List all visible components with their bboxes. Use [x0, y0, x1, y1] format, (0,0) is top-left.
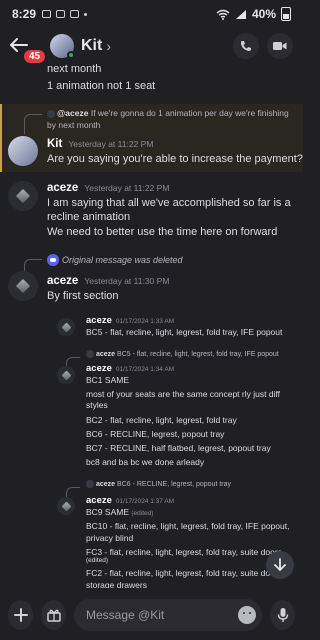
timestamp: 01/17/2024 1:33 AM — [115, 318, 175, 325]
message-header: aceze 01/17/2024 1:37 AM — [86, 495, 174, 507]
author-name[interactable]: aceze — [47, 275, 78, 287]
arrow-down-icon — [274, 558, 286, 571]
edited-label: (edited) — [86, 557, 109, 564]
cube-icon — [15, 278, 31, 294]
message-text: 1 animation not 1 seat — [47, 80, 156, 92]
avatar[interactable] — [8, 181, 38, 211]
message-text: storage drawers — [86, 580, 147, 588]
timestamp: Yesterday at 11:22 PM — [68, 139, 154, 149]
message-header: aceze Yesterday at 11:22 PM — [47, 181, 169, 195]
call-button[interactable] — [233, 33, 259, 59]
message-text: next month — [47, 64, 102, 75]
timestamp: 01/17/2024 1:34 AM — [115, 366, 175, 373]
message-text: FC2 - flat, recline, light, legrest, fol… — [86, 568, 285, 578]
message-text: BC10 - flat, recline, light, legrest, fo… — [86, 521, 290, 531]
voice-message-button[interactable] — [270, 600, 295, 630]
system-icons: 40% — [216, 7, 291, 21]
gift-icon — [46, 609, 61, 622]
author-name[interactable]: aceze — [86, 363, 112, 374]
message-text: bc8 and ba bc we done arleady — [86, 457, 205, 467]
cube-icon — [15, 188, 31, 204]
author-name[interactable]: aceze — [86, 495, 112, 506]
avatar[interactable] — [50, 34, 75, 59]
avatar[interactable] — [8, 271, 38, 301]
composer-bar — [0, 590, 303, 640]
message-text: Are you saying you're able to increase t… — [47, 153, 303, 165]
message-text: BC1 SAME — [86, 375, 129, 385]
chevron-right-icon[interactable]: › — [106, 38, 111, 54]
message-text: BC6 - RECLINE, legrest, popout tray — [86, 429, 225, 439]
message-text: most of your seats are the same concept … — [86, 389, 281, 399]
deleted-message-notice: Original message was deleted — [62, 255, 183, 265]
dot-icon — [84, 12, 88, 16]
edited-label: (edited) — [131, 510, 154, 517]
message-text: By first section — [47, 290, 119, 302]
avatar[interactable] — [57, 497, 75, 515]
status-bar: 8:29 40% — [0, 0, 303, 28]
timestamp: Yesterday at 11:22 PM — [84, 183, 170, 193]
notification-icons — [42, 10, 88, 18]
reply-connector — [24, 114, 42, 134]
image-icon — [56, 10, 66, 18]
mic-icon — [277, 608, 288, 622]
battery-icon — [281, 7, 291, 21]
timestamp: 01/17/2024 1:37 AM — [115, 498, 175, 505]
message-text: FC3 - flat, recline, light, legrest, fol… — [86, 547, 282, 557]
message-header: Kit Yesterday at 11:22 PM — [47, 137, 153, 151]
gallery-icon — [70, 10, 80, 18]
message-text: BC2 - flat, recline, light, legrest, fol… — [86, 415, 237, 425]
reply-preview[interactable]: aceze BC6 - RECLINE, legrest, popout tra… — [86, 480, 231, 488]
message-input[interactable] — [86, 608, 238, 622]
discord-icon — [47, 254, 59, 266]
message-text: BC9 SAME (edited) — [86, 507, 153, 519]
message-text: BC7 - RECLINE, half flatbed, legrest, po… — [86, 443, 271, 453]
video-icon — [273, 42, 287, 50]
message-header: aceze 01/17/2024 1:34 AM — [86, 363, 174, 375]
timestamp: Yesterday at 11:30 PM — [84, 276, 170, 286]
message-header: aceze Yesterday at 11:30 PM — [47, 274, 169, 288]
author-name[interactable]: Kit — [47, 138, 62, 150]
cube-icon — [61, 501, 71, 511]
message-text: privacy blind — [86, 533, 134, 543]
emoji-icon[interactable] — [238, 606, 256, 624]
gift-button[interactable] — [41, 600, 66, 630]
reply-preview[interactable]: aceze BC5 - flat, recline, light, legres… — [86, 350, 279, 358]
message-text: recline animation — [47, 211, 131, 223]
reply-avatar — [86, 480, 94, 488]
image-icon — [42, 10, 52, 18]
message-text-part: BC9 SAME — [86, 507, 129, 517]
avatar[interactable] — [57, 318, 75, 336]
reply-preview-continued: by next month — [47, 120, 101, 130]
reply-connector — [66, 487, 80, 497]
cube-icon — [61, 322, 71, 332]
signal-icon — [235, 9, 246, 19]
video-call-button[interactable] — [267, 33, 293, 59]
message-text: BC5 - flat, recline, light, legrest, fol… — [86, 327, 283, 337]
reply-avatar — [47, 109, 55, 118]
avatar[interactable] — [8, 136, 38, 166]
author-name[interactable]: aceze — [47, 182, 78, 194]
wifi-icon — [216, 9, 230, 20]
unread-badge: 45 — [22, 48, 48, 65]
channel-title[interactable]: Kit — [81, 37, 102, 55]
chat-header: 45 Kit › — [0, 28, 303, 65]
online-status-icon — [67, 51, 75, 59]
message-text: styles — [86, 400, 108, 410]
message-input-container[interactable] — [74, 599, 262, 631]
author-name[interactable]: aceze — [86, 315, 112, 326]
reply-avatar — [86, 350, 94, 358]
message-text: We need to better use the time here on f… — [47, 226, 278, 238]
message-header: aceze 01/17/2024 1:33 AM — [86, 315, 174, 327]
cube-icon — [61, 370, 71, 380]
message-list[interactable]: next month 1 animation not 1 seat @aceze… — [0, 64, 303, 588]
battery-level: 40% — [251, 7, 276, 21]
message-text: I am saying that all we've accomplished … — [47, 197, 291, 209]
add-attachment-button[interactable] — [8, 600, 33, 630]
jump-to-present-button[interactable] — [266, 551, 294, 579]
plus-icon — [13, 608, 28, 622]
status-time: 8:29 — [12, 7, 37, 21]
reply-preview[interactable]: @aceze If we're gonna do 1 animation per… — [47, 108, 289, 118]
avatar[interactable] — [57, 366, 75, 384]
phone-icon — [241, 41, 251, 51]
